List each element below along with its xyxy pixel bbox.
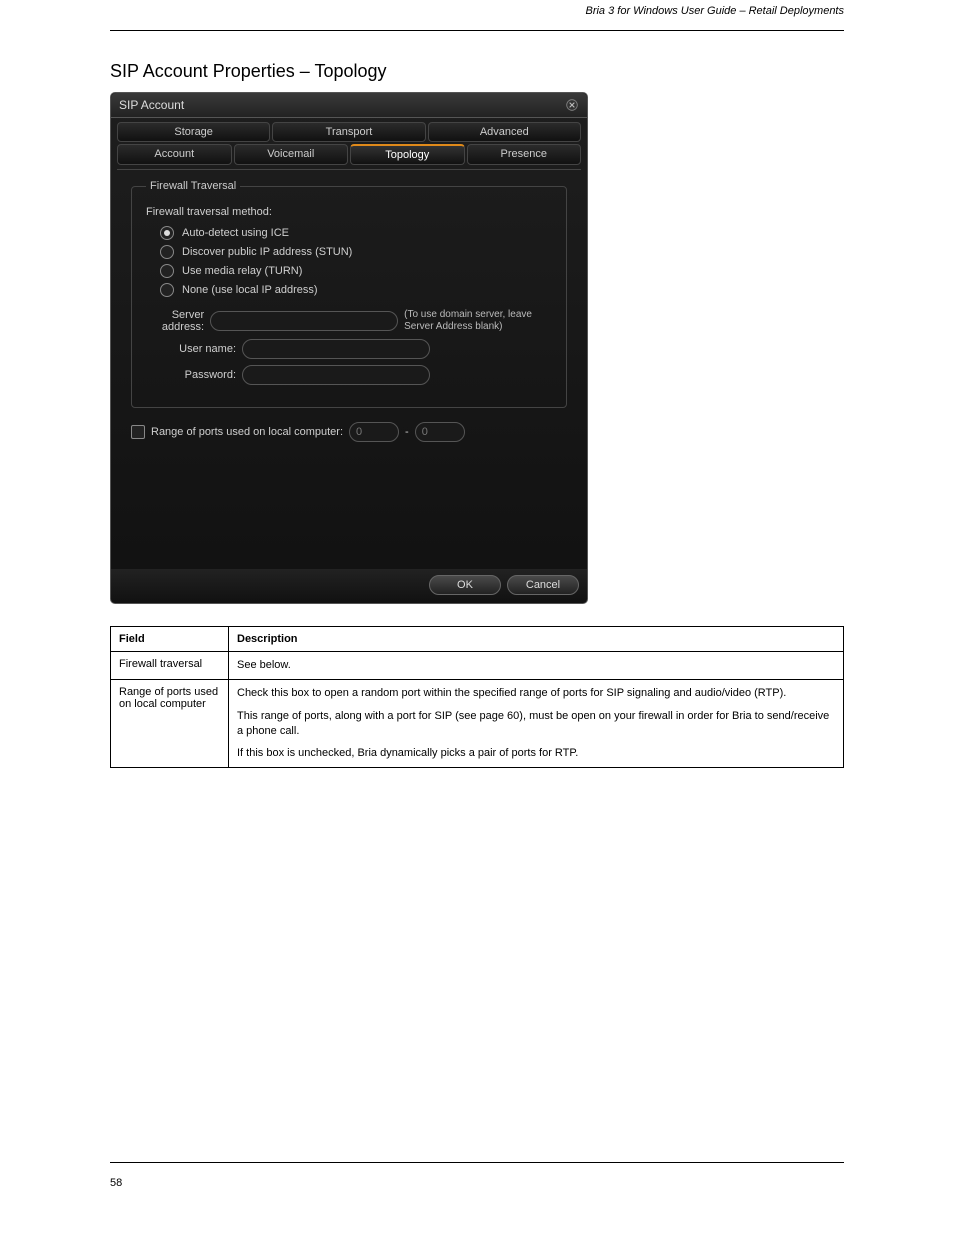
radio-turn[interactable]: Use media relay (TURN) xyxy=(160,264,552,278)
desc-p: Check this box to open a random port wit… xyxy=(237,686,835,701)
port-to-input[interactable] xyxy=(415,422,465,442)
tab-topology[interactable]: Topology xyxy=(350,144,465,165)
dialog-titlebar: SIP Account xyxy=(111,93,587,118)
th-field: Field xyxy=(111,627,229,652)
firewall-legend: Firewall Traversal xyxy=(146,180,240,192)
tab-voicemail[interactable]: Voicemail xyxy=(234,144,349,165)
tab-row-1: Storage Transport Advanced xyxy=(117,122,581,142)
fields-table: Field Description Firewall traversal See… xyxy=(110,626,844,768)
header-rule xyxy=(110,30,844,31)
username-input[interactable] xyxy=(242,339,430,359)
radio-none[interactable]: None (use local IP address) xyxy=(160,283,552,297)
ports-dash: - xyxy=(405,426,409,438)
tab-advanced[interactable]: Advanced xyxy=(428,122,581,142)
radio-group: Auto-detect using ICE Discover public IP… xyxy=(146,226,552,297)
cell-desc: Check this box to open a random port wit… xyxy=(229,679,844,767)
radio-label: Use media relay (TURN) xyxy=(182,265,302,277)
table-row: Range of ports used on local computer Ch… xyxy=(111,679,844,767)
radio-label: Auto-detect using ICE xyxy=(182,227,289,239)
username-label: User name: xyxy=(146,343,236,355)
desc-p: If this box is unchecked, Bria dynamical… xyxy=(237,746,835,761)
section-heading: SIP Account Properties – Topology xyxy=(110,61,844,82)
desc-p: This range of ports, along with a port f… xyxy=(237,709,835,739)
cell-desc: See below. xyxy=(229,652,844,680)
ports-label: Range of ports used on local computer: xyxy=(151,426,343,438)
cell-field: Firewall traversal xyxy=(111,652,229,680)
server-address-hint: (To use domain server, leave Server Addr… xyxy=(404,309,552,333)
tab-row-2: Account Voicemail Topology Presence xyxy=(117,144,581,165)
cell-field: Range of ports used on local computer xyxy=(111,679,229,767)
radio-icon xyxy=(160,226,174,240)
ports-row: Range of ports used on local computer: - xyxy=(131,422,567,442)
radio-icon xyxy=(160,283,174,297)
radio-stun[interactable]: Discover public IP address (STUN) xyxy=(160,245,552,259)
sip-account-dialog: SIP Account Storage Transport Advanced A… xyxy=(110,92,588,604)
ports-checkbox[interactable] xyxy=(131,425,145,439)
page-number: 58 xyxy=(110,1177,122,1189)
tab-storage[interactable]: Storage xyxy=(117,122,270,142)
dialog-title: SIP Account xyxy=(119,93,184,117)
server-address-input[interactable] xyxy=(210,311,398,331)
password-label: Password: xyxy=(146,369,236,381)
desc-p: See below. xyxy=(237,658,835,673)
table-row: Firewall traversal See below. xyxy=(111,652,844,680)
radio-icon xyxy=(160,245,174,259)
cancel-button[interactable]: Cancel xyxy=(507,575,579,595)
tab-content: Firewall Traversal Firewall traversal me… xyxy=(117,169,581,569)
footer-rule xyxy=(110,1162,844,1163)
firewall-traversal-group: Firewall Traversal Firewall traversal me… xyxy=(131,180,567,408)
th-description: Description xyxy=(229,627,844,652)
radio-label: None (use local IP address) xyxy=(182,284,318,296)
tab-transport[interactable]: Transport xyxy=(272,122,425,142)
radio-auto-detect-ice[interactable]: Auto-detect using ICE xyxy=(160,226,552,240)
server-address-label: Server address: xyxy=(146,309,204,333)
tab-presence[interactable]: Presence xyxy=(467,144,582,165)
radio-icon xyxy=(160,264,174,278)
radio-label: Discover public IP address (STUN) xyxy=(182,246,352,258)
button-bar: OK Cancel xyxy=(111,569,587,603)
tab-account[interactable]: Account xyxy=(117,144,232,165)
close-icon[interactable] xyxy=(565,98,579,112)
running-header: Bria 3 for Windows User Guide – Retail D… xyxy=(585,5,844,17)
tabs: Storage Transport Advanced Account Voice… xyxy=(111,118,587,165)
method-label: Firewall traversal method: xyxy=(146,206,552,218)
port-from-input[interactable] xyxy=(349,422,399,442)
password-input[interactable] xyxy=(242,365,430,385)
ok-button[interactable]: OK xyxy=(429,575,501,595)
